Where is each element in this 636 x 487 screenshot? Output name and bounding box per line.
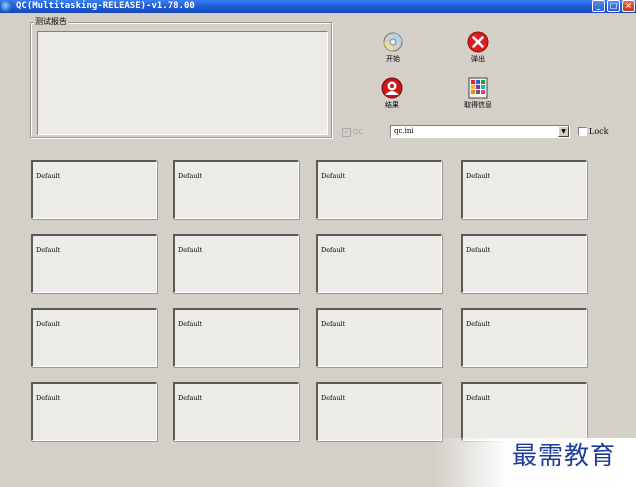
device-panel-status: Default [178,394,203,402]
minimize-button[interactable]: _ [592,0,605,12]
qc-checkbox-label: QC [353,128,364,136]
get-info-button[interactable]: 取得信息 [458,77,498,111]
device-panel-11[interactable]: Default [316,308,442,367]
start-button[interactable]: 开始 [373,31,413,65]
start-button-label: 开始 [386,55,400,63]
device-panel-status: Default [36,320,61,328]
device-panel-9[interactable]: Default [31,308,157,367]
app-icon [1,1,12,12]
device-panel-10[interactable]: Default [173,308,299,367]
device-panel-status: Default [466,172,491,180]
device-panel-3[interactable]: Default [316,160,442,219]
device-panel-status: Default [321,172,346,180]
config-select[interactable]: qc.ini ▼ [390,125,570,138]
result-button-label: 结果 [385,101,399,109]
device-panel-status: Default [466,394,491,402]
device-panel-2[interactable]: Default [173,160,299,219]
watermark-logo: 最需教育 [512,441,617,470]
device-panel-status: Default [321,246,346,254]
device-panel-status: Default [466,246,491,254]
device-panel-7[interactable]: Default [316,234,442,293]
maximize-button[interactable]: □ [607,0,620,12]
result-icon [381,77,403,99]
eject-button[interactable]: 弹出 [458,31,498,65]
device-panel-status: Default [321,320,346,328]
device-panel-status: Default [321,394,346,402]
result-button[interactable]: 结果 [372,77,412,111]
cd-disc-icon [383,32,403,52]
device-panel-status: Default [178,246,203,254]
device-panel-8[interactable]: Default [461,234,587,293]
device-panel-status: Default [36,246,61,254]
device-panel-status: Default [36,394,61,402]
window-title: QC(Multitasking-RELEASE)-v1.78.00 [16,1,195,11]
device-panel-15[interactable]: Default [316,382,442,441]
device-panel-14[interactable]: Default [173,382,299,441]
report-groupbox-label: 测试报告 [34,17,68,27]
close-button[interactable]: × [622,0,635,12]
chevron-down-icon[interactable]: ▼ [558,126,569,137]
device-panel-12[interactable]: Default [461,308,587,367]
device-panel-16[interactable]: Default [461,382,587,441]
info-grid-icon [468,77,488,99]
device-panel-status: Default [466,320,491,328]
device-panel-1[interactable]: Default [31,160,157,219]
title-bar[interactable]: QC(Multitasking-RELEASE)-v1.78.00 _ □ × [0,0,636,13]
device-panel-6[interactable]: Default [173,234,299,293]
red-x-icon [467,31,489,53]
device-panel-4[interactable]: Default [461,160,587,219]
get-info-button-label: 取得信息 [464,101,492,109]
device-panel-13[interactable]: Default [31,382,157,441]
config-select-value: qc.ini [394,127,414,135]
lock-checkbox[interactable] [578,127,587,136]
device-panel-5[interactable]: Default [31,234,157,293]
device-panel-status: Default [178,172,203,180]
lock-checkbox-label: Lock [589,127,609,136]
qc-checkbox[interactable]: ✓ [342,128,351,137]
eject-button-label: 弹出 [471,55,485,63]
device-panel-status: Default [178,320,203,328]
report-textarea[interactable] [37,31,328,135]
device-panel-status: Default [36,172,61,180]
